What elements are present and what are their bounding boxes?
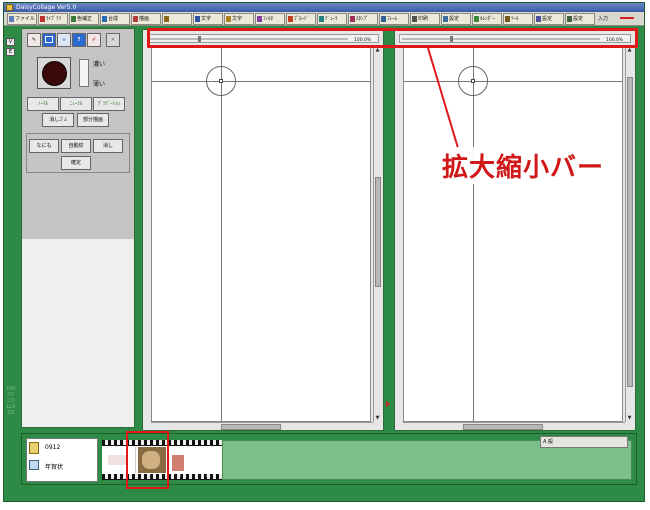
callout-line (427, 47, 459, 149)
zoom-bar-callout: 拡大縮小バー (440, 147, 607, 184)
app-window: DaisyCollage Ver5.0 ファイル ﾗｲﾌﾞﾗﾘ 色補正 合成 描画 文字文… (3, 2, 645, 502)
callout-pointer (427, 47, 459, 149)
